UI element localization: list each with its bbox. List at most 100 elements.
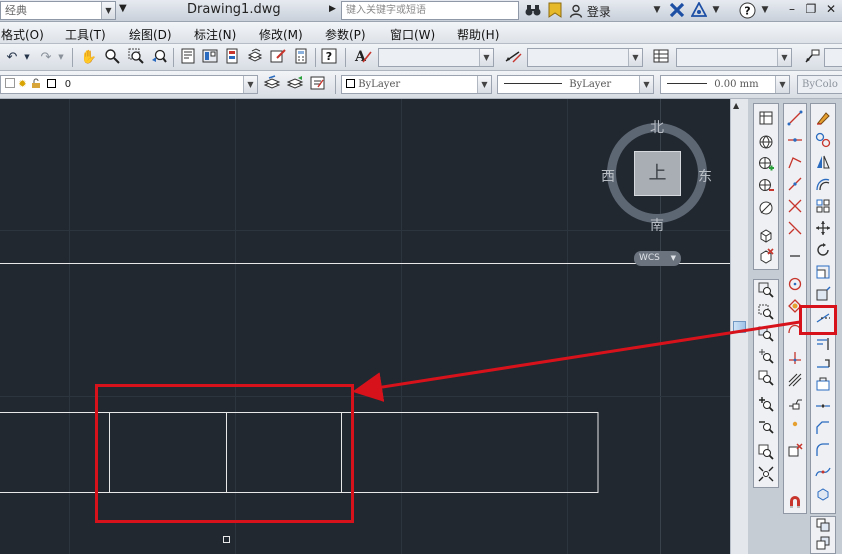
login-link[interactable]: 登录 — [569, 3, 611, 20]
multileader-style-icon[interactable] — [802, 48, 822, 67]
properties-palette-icon[interactable] — [178, 48, 198, 67]
layer-dropdown[interactable]: ✹ 0 ▼ — [0, 75, 258, 94]
zoom-scale-icon[interactable] — [756, 326, 776, 346]
zoom-realtime-icon[interactable] — [102, 48, 122, 67]
binoculars-icon[interactable] — [524, 2, 542, 20]
zoom-window-icon[interactable] — [756, 282, 776, 302]
extend-icon[interactable] — [813, 336, 833, 356]
quickcalc-icon[interactable] — [291, 48, 311, 67]
polygon-icon[interactable] — [785, 176, 805, 196]
scrollbar-thumb[interactable] — [733, 321, 746, 333]
point-icon[interactable] — [785, 350, 805, 370]
zoom-object-icon[interactable] — [756, 370, 776, 390]
menu-modify[interactable]: 修改(M) — [259, 26, 303, 43]
view-icon[interactable] — [756, 110, 776, 130]
break-at-point-icon[interactable] — [813, 356, 833, 376]
table-style-icon[interactable] — [651, 48, 671, 67]
explode-icon[interactable] — [813, 486, 833, 506]
chevron-down-icon[interactable]: ▼ — [56, 48, 66, 67]
scroll-up-icon[interactable]: ▲ — [733, 101, 739, 110]
move-icon[interactable] — [813, 220, 833, 240]
array-icon[interactable] — [813, 198, 833, 218]
polyline-icon[interactable] — [785, 154, 805, 174]
compass-north[interactable]: 北 — [650, 117, 664, 137]
fillet-icon[interactable] — [813, 442, 833, 462]
markup-icon[interactable] — [268, 48, 288, 67]
linetype-control-dropdown[interactable]: ByLayer ▼ — [497, 75, 654, 94]
box-delete-icon[interactable] — [756, 248, 776, 268]
globe-slash-icon[interactable] — [756, 200, 776, 220]
vertical-scrollbar[interactable]: ▲ — [730, 99, 748, 554]
globe-add-icon[interactable] — [756, 156, 776, 176]
menu-window[interactable]: 窗口(W) — [390, 26, 435, 43]
multileader-style-dropdown[interactable] — [824, 48, 842, 67]
tool-palettes-icon[interactable] — [222, 48, 242, 67]
hatch-icon[interactable] — [785, 372, 805, 392]
menu-format[interactable]: 格式(O) — [1, 26, 44, 43]
wcs-menu[interactable]: WCS ▼ — [634, 251, 681, 266]
copy-icon[interactable] — [813, 132, 833, 152]
zoom-previous-icon[interactable] — [149, 48, 169, 67]
quick-access-dropdown-icon[interactable]: ▼ — [119, 3, 127, 14]
help-search-input[interactable]: 键入关键字或短语 — [341, 1, 519, 20]
compass-south[interactable]: 南 — [650, 215, 664, 235]
autodesk-360-icon[interactable] — [690, 1, 708, 20]
break-icon[interactable] — [813, 376, 833, 396]
chamfer-icon[interactable] — [813, 420, 833, 440]
text-style-icon[interactable]: A — [353, 48, 373, 67]
user-icon[interactable] — [550, 3, 566, 21]
chevron-down-icon[interactable]: ▼ — [652, 5, 662, 23]
dash-icon[interactable] — [785, 248, 805, 268]
arc-icon[interactable] — [785, 220, 805, 240]
blend-curves-icon[interactable] — [813, 464, 833, 484]
zoom-extents-icon[interactable] — [756, 466, 776, 486]
zoom-out-icon[interactable] — [756, 418, 776, 438]
mirror-icon[interactable] — [813, 154, 833, 174]
zoom-window-icon[interactable] — [126, 48, 146, 67]
zoom-all-icon[interactable] — [756, 444, 776, 464]
magnet-icon[interactable] — [785, 494, 805, 514]
region-icon[interactable] — [785, 416, 805, 436]
erase-icon[interactable] — [813, 110, 833, 130]
menu-draw[interactable]: 绘图(D) — [129, 26, 172, 43]
layer-previous-icon[interactable] — [285, 75, 305, 94]
make-object-layer-current-icon[interactable] — [262, 75, 282, 94]
menu-tools[interactable]: 工具(T) — [65, 26, 106, 43]
rotate-icon[interactable] — [813, 242, 833, 262]
design-center-icon[interactable] — [200, 48, 220, 67]
minimize-button[interactable]: – — [783, 2, 801, 19]
chevron-down-icon[interactable]: ▼ — [22, 48, 32, 67]
offset-icon[interactable] — [813, 176, 833, 196]
zoom-center-icon[interactable] — [756, 348, 776, 368]
menu-dimension[interactable]: 标注(N) — [194, 26, 236, 43]
compass-west[interactable]: 西 — [601, 166, 615, 186]
line-icon[interactable] — [785, 110, 805, 130]
chevron-down-icon[interactable]: ▼ — [760, 5, 770, 23]
lineweight-control-dropdown[interactable]: 0.00 mm ▼ — [660, 75, 790, 94]
zoom-dynamic-icon[interactable] — [756, 304, 776, 324]
chevron-down-icon[interactable]: ▼ — [711, 5, 721, 23]
circle-icon[interactable] — [785, 276, 805, 296]
globe-icon[interactable] — [756, 134, 776, 154]
viewcube-top-face[interactable]: 上 — [634, 151, 681, 196]
globe-remove-icon[interactable] — [756, 178, 776, 198]
stretch-icon[interactable] — [813, 286, 833, 306]
help-icon[interactable]: ? — [319, 48, 339, 67]
workspace-dropdown[interactable]: 经典 ▼ — [0, 1, 116, 20]
sheet-set-icon[interactable] — [245, 48, 265, 67]
dimension-style-icon[interactable] — [503, 48, 523, 67]
help-icon[interactable]: ? — [737, 2, 757, 20]
dimension-style-dropdown[interactable]: ▼ — [527, 48, 643, 67]
undo-icon[interactable]: ↶ — [2, 48, 22, 67]
zoom-in-icon[interactable] — [756, 396, 776, 416]
bring-to-front-icon[interactable] — [813, 517, 833, 537]
construction-line-icon[interactable] — [785, 132, 805, 152]
gradient-icon[interactable] — [785, 394, 805, 414]
scale-icon[interactable] — [813, 264, 833, 284]
table-style-dropdown[interactable]: ▼ — [676, 48, 792, 67]
exchange-x-icon[interactable] — [668, 2, 686, 20]
close-button[interactable]: ✕ — [822, 2, 840, 19]
redo-icon[interactable]: ↷ — [36, 48, 56, 67]
pan-hand-icon[interactable]: ✋ — [79, 48, 99, 67]
color-control-dropdown[interactable]: ByLayer ▼ — [341, 75, 492, 94]
